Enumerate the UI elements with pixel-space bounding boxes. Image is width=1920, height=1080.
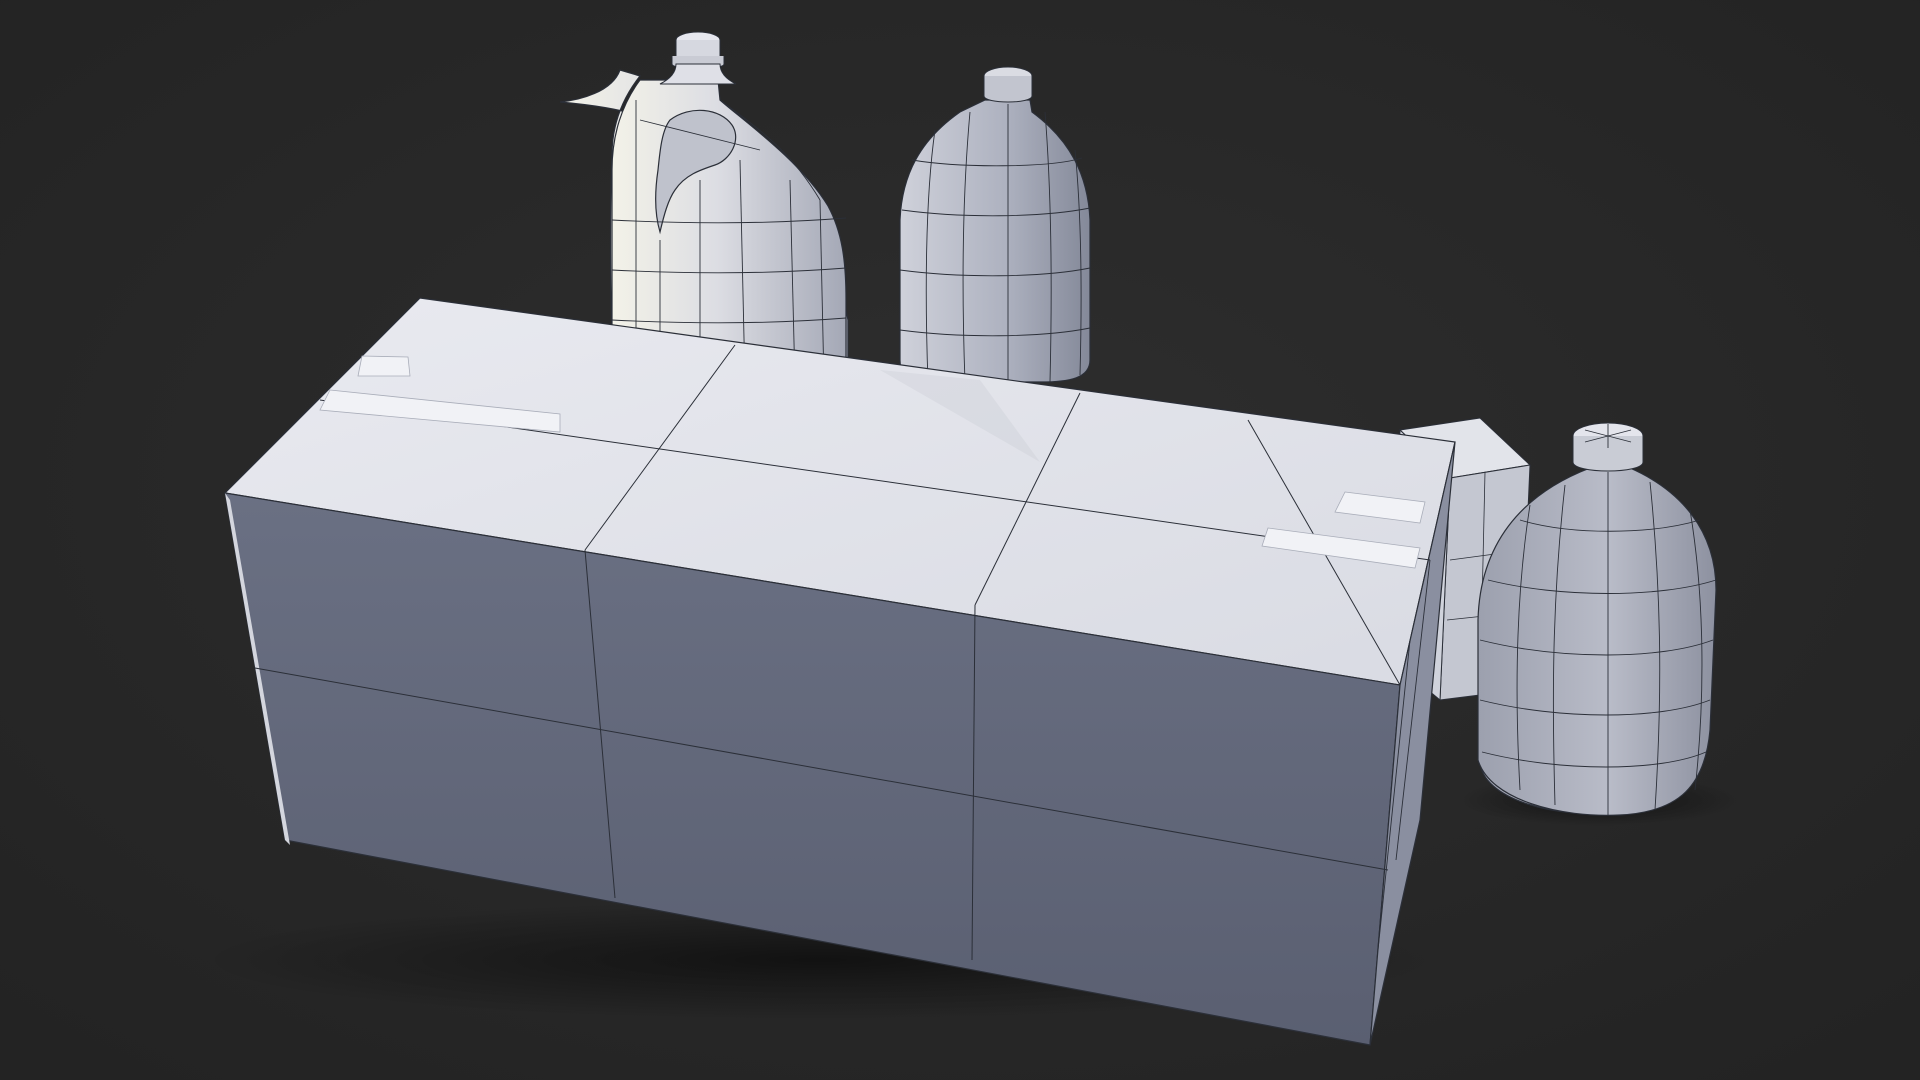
render-viewport xyxy=(0,0,1920,1080)
scene-canvas xyxy=(0,0,1920,1080)
